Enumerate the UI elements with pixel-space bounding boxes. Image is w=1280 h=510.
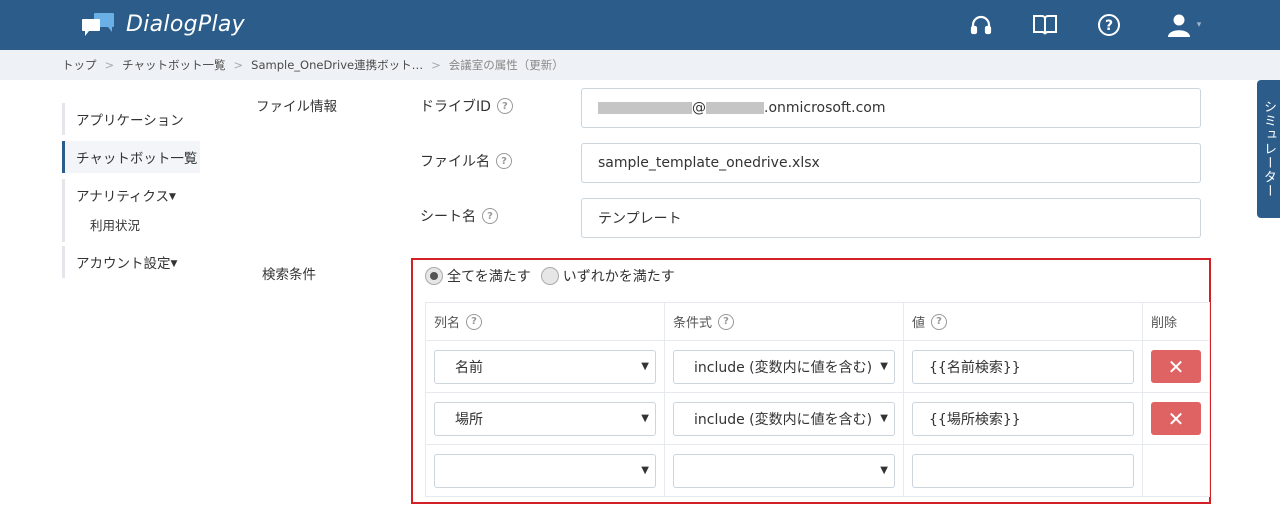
help-icon[interactable]: ? — [466, 313, 483, 330]
breadcrumb-chatbot-list[interactable]: チャットボット一覧 — [122, 57, 225, 73]
dropdown-arrow-icon: ▼ — [878, 360, 888, 372]
sidebar-item-applications[interactable]: アプリケーション — [62, 103, 202, 135]
value-input[interactable]: {{場所検索}} — [912, 401, 1134, 436]
dropdown-arrow-icon: ▼ — [878, 464, 888, 476]
masked-text — [706, 102, 764, 114]
sidebar-item-label: アナリティクス — [76, 189, 170, 205]
empty-cell — [1142, 444, 1210, 497]
conditions-table: 列名? 条件式? 値? 削除 名前 ▼ include (変数内に値を含む) ▼ {… — [425, 302, 1210, 497]
table-header-row: 列名? 条件式? 値? 削除 — [425, 302, 1210, 341]
file-name-label-text: ファイル名 — [420, 154, 490, 170]
sidebar-item-label: 利用状況 — [90, 218, 141, 233]
drive-id-label-text: ドライブID — [420, 99, 491, 115]
select-value: 名前 — [455, 359, 483, 376]
sidebar-item-label: チャットボット一覧 — [76, 151, 198, 167]
sidebar-item-label: アプリケーション — [76, 113, 184, 129]
drive-id-field[interactable]: @ .onmicrosoft.com — [581, 88, 1201, 128]
user-icon[interactable]: ▾ — [1160, 10, 1208, 40]
book-icon[interactable] — [1030, 10, 1060, 40]
select-value: include (変数内に値を含む) — [694, 359, 873, 376]
help-icon[interactable]: ? — [931, 313, 948, 330]
sheet-name-label: シート名 ? — [420, 206, 498, 226]
select-value: include (変数内に値を含む) — [694, 411, 873, 428]
table-row: 名前 ▼ include (変数内に値を含む) ▼ {{名前検索}} ✕ — [425, 340, 1210, 393]
delete-button[interactable]: ✕ — [1151, 350, 1201, 383]
condition-select[interactable]: ▼ — [673, 453, 895, 488]
sidebar: アプリケーション チャットボット一覧 アナリティクス▼ 利用状況 アカウント設定… — [62, 103, 202, 278]
column-select[interactable]: ▼ — [434, 453, 656, 488]
column-header: 列名? — [425, 302, 665, 341]
logo-icon — [80, 9, 116, 39]
dropdown-arrow-icon: ▼ — [878, 412, 888, 424]
radio-any-label[interactable]: いずれかを満たす — [563, 266, 675, 286]
help-icon[interactable]: ? — [496, 98, 513, 114]
radio-all[interactable] — [425, 267, 443, 285]
column-header: 条件式? — [664, 302, 904, 341]
drive-id-at: @ — [692, 100, 706, 116]
sidebar-item-account-settings[interactable]: アカウント設定▼ — [62, 246, 202, 278]
select-value: 場所 — [455, 411, 483, 428]
column-select[interactable]: 名前 ▼ — [434, 349, 656, 384]
column-select[interactable]: 場所 ▼ — [434, 401, 656, 436]
chevron-down-icon: ▾ — [1196, 20, 1202, 30]
sheet-name-field[interactable]: テンプレート — [581, 198, 1201, 238]
masked-text — [598, 102, 692, 114]
column-header: 削除 — [1142, 302, 1210, 341]
column-header-label: 値 — [912, 316, 926, 331]
file-name-field[interactable]: sample_template_onedrive.xlsx — [581, 143, 1201, 183]
help-icon[interactable]: ? — [496, 153, 512, 169]
dropdown-arrow-icon: ▼ — [639, 464, 649, 476]
column-header-label: 削除 — [1151, 316, 1178, 331]
column-header-label: 条件式 — [673, 316, 713, 331]
search-conditions-box: 全てを満たす いずれかを満たす 列名? 条件式? 値? 削除 名前 ▼ inclu… — [411, 258, 1211, 504]
breadcrumb-current: 会議室の属性（更新） — [448, 58, 564, 72]
column-header: 値? — [903, 302, 1143, 341]
dropdown-arrow-icon: ▼ — [639, 412, 649, 424]
delete-button[interactable]: ✕ — [1151, 402, 1201, 435]
condition-select[interactable]: include (変数内に値を含む) ▼ — [673, 401, 895, 436]
sidebar-item-usage[interactable]: 利用状況 — [62, 211, 202, 242]
help-icon[interactable]: ? — [1094, 10, 1124, 40]
caret-down-icon: ▼ — [170, 259, 178, 269]
svg-text:?: ? — [1105, 18, 1113, 34]
file-info-label: ファイル情報 — [256, 99, 337, 115]
breadcrumb-top[interactable]: トップ — [62, 57, 97, 73]
help-icon[interactable]: ? — [482, 208, 498, 224]
caret-down-icon: ▼ — [169, 192, 176, 202]
condition-select[interactable]: include (変数内に値を含む) ▼ — [673, 349, 895, 384]
value-input[interactable] — [912, 453, 1134, 488]
file-name-label: ファイル名 ? — [420, 151, 512, 171]
drive-id-label: ドライブID ? — [420, 96, 513, 116]
logo[interactable]: DialogPlay — [80, 9, 245, 39]
sidebar-item-chatbot-list[interactable]: チャットボット一覧 — [62, 141, 200, 173]
dropdown-arrow-icon: ▼ — [639, 360, 649, 372]
match-mode-radios: 全てを満たす いずれかを満たす — [425, 266, 685, 286]
value-input[interactable]: {{名前検索}} — [912, 349, 1134, 384]
breadcrumb: トップ > チャットボット一覧 > Sample_OneDrive連携ボット… … — [0, 50, 1280, 80]
sidebar-item-label: アカウント設定 — [76, 256, 171, 272]
help-icon[interactable]: ? — [718, 313, 735, 330]
sidebar-item-analytics[interactable]: アナリティクス▼ — [62, 179, 202, 211]
close-icon: ✕ — [1167, 354, 1185, 379]
app-name: DialogPlay — [126, 11, 245, 37]
breadcrumb-separator: > — [233, 58, 244, 72]
breadcrumb-separator: > — [431, 58, 441, 72]
sheet-name-label-text: シート名 — [420, 209, 476, 225]
table-row: ▼ ▼ — [425, 444, 1210, 497]
radio-all-label[interactable]: 全てを満たす — [447, 266, 531, 286]
radio-any[interactable] — [540, 267, 559, 285]
headset-icon[interactable] — [966, 10, 996, 40]
search-conditions-label: 検索条件 — [262, 267, 316, 283]
column-header-label: 列名 — [434, 316, 461, 331]
table-row: 場所 ▼ include (変数内に値を含む) ▼ {{場所検索}} ✕ — [425, 392, 1210, 445]
drive-id-suffix: .onmicrosoft.com — [764, 100, 886, 116]
breadcrumb-separator: > — [104, 58, 115, 72]
close-icon: ✕ — [1167, 406, 1185, 431]
simulator-tab[interactable]: シミュレーター — [1257, 80, 1280, 218]
app-header: DialogPlay ? ▾ — [0, 0, 1280, 50]
breadcrumb-bot[interactable]: Sample_OneDrive連携ボット… — [251, 57, 423, 73]
